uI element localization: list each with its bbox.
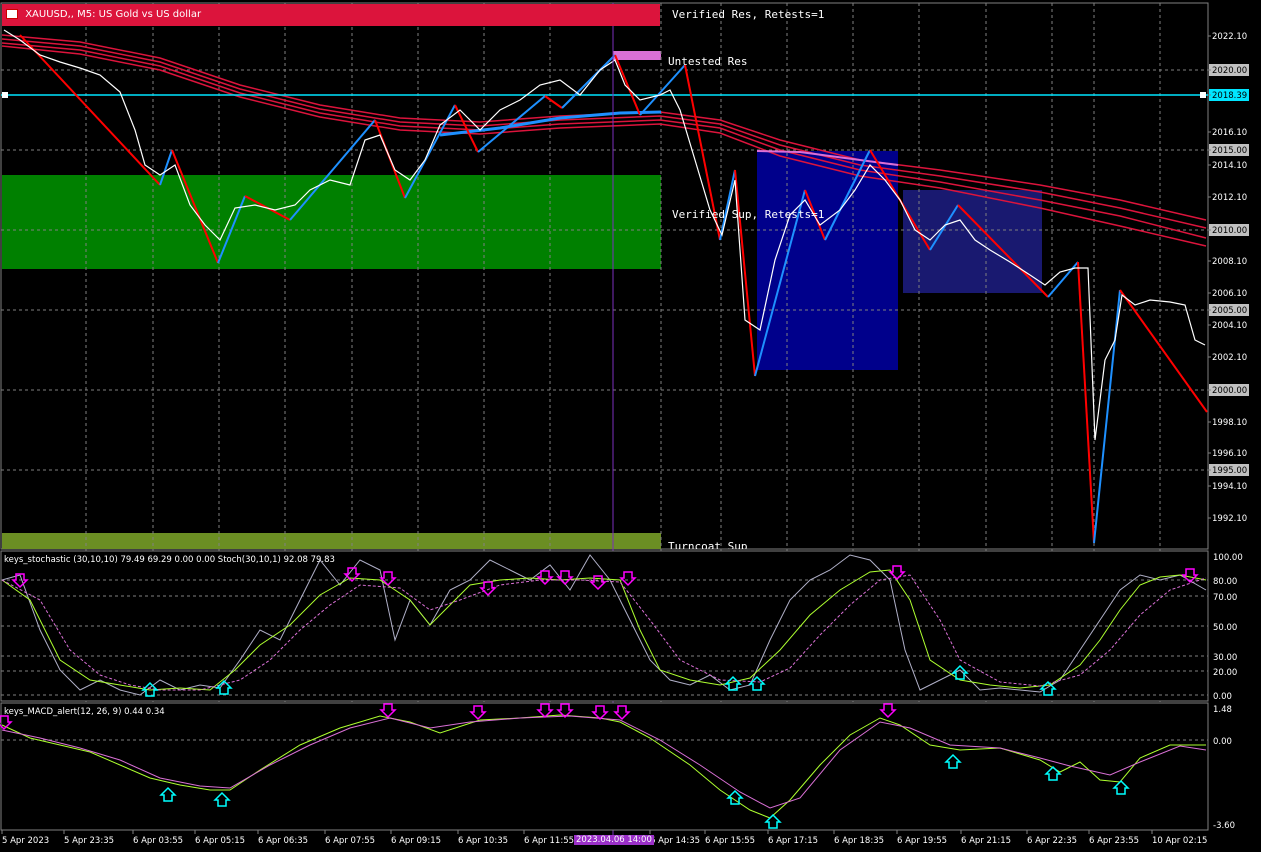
untested-resistance-label: Untested Res — [668, 55, 748, 68]
price-tick-label: 2018.39 — [1212, 91, 1247, 101]
price-tick-label: 1998.10 — [1212, 418, 1247, 428]
chart-window-icon[interactable] — [6, 9, 18, 19]
verified-support-zone — [2, 175, 661, 269]
untested-resistance-zone — [613, 51, 661, 60]
verified-support-label: Verified Sup, Retests=1 — [672, 208, 825, 221]
price-tick-label: 2000.00 — [1212, 386, 1247, 396]
time-tick-label: 6 Apr 10:35 — [458, 836, 508, 846]
time-tick-label: 6 Apr 22:35 — [1027, 836, 1077, 846]
macd-level-label: 0.00 — [1213, 737, 1232, 747]
stoch-level-label: 30.00 — [1213, 653, 1237, 663]
price-tick-label: 2016.10 — [1212, 128, 1247, 138]
time-tick-label: 6 Apr 11:55 — [524, 836, 574, 846]
price-tick-label: 1995.00 — [1212, 466, 1247, 476]
price-tick-label: 2014.10 — [1212, 161, 1247, 171]
stoch-level-label: 0.00 — [1213, 692, 1232, 702]
time-tick-label: 6 Apr 05:15 — [195, 836, 245, 846]
time-tick-label: 6 Apr 07:55 — [325, 836, 375, 846]
macd-panel-title: keys_MACD_alert(12, 26, 9) 0.44 0.34 — [4, 707, 165, 717]
time-tick-label: 6 Apr 03:55 — [133, 836, 183, 846]
stoch-panel-title: keys_stochastic (30,10,10) 79.49 69.29 0… — [4, 555, 335, 565]
price-tick-label: 1996.10 — [1212, 449, 1247, 459]
time-tick-label: 6 Apr 06:35 — [258, 836, 308, 846]
price-tick-label: 2004.10 — [1212, 321, 1247, 331]
blue-range-box-1 — [757, 151, 898, 370]
verified-resistance-label: Verified Res, Retests=1 — [672, 8, 825, 21]
symbol-header: XAUUSD,, M5: US Gold vs US dollar — [2, 4, 660, 26]
stoch-level-label: 50.00 — [1213, 623, 1237, 633]
turncoat-support-zone — [2, 533, 661, 549]
chart-canvas[interactable]: 2022.10 2020.00 2018.39 2016.10 2015.00 2014.… — [0, 0, 1261, 852]
time-tick-label: 10 Apr 02:15 — [1152, 836, 1207, 846]
time-tick-label: 6 Apr 23:55 — [1089, 836, 1139, 846]
price-line-handle-left[interactable] — [2, 92, 8, 98]
stoch-level-label: 70.00 — [1213, 593, 1237, 603]
price-tick-label: 2002.10 — [1212, 353, 1247, 363]
price-tick-label: 2005.00 — [1212, 306, 1247, 316]
stochastic-panel: 100.00 80.00 70.00 50.00 30.00 20.00 0.00 — [0, 550, 1243, 702]
time-tick-label: 6 Apr 21:15 — [961, 836, 1011, 846]
time-tick-label: 6 Apr 15:55 — [705, 836, 755, 846]
time-tick-label: 6 Apr 18:35 — [834, 836, 884, 846]
price-tick-label: 2012.10 — [1212, 193, 1247, 203]
price-tick-label: 2015.00 — [1212, 146, 1247, 156]
stoch-level-label: 20.00 — [1213, 668, 1237, 678]
macd-level-label: -3.60 — [1213, 821, 1235, 831]
price-axis: 2022.10 2020.00 2018.39 2016.10 2015.00 2014.… — [1208, 32, 1249, 524]
macd-level-label: 1.48 — [1213, 705, 1232, 715]
time-tick-label: 6 Apr 09:15 — [391, 836, 441, 846]
time-tick-label: 6 Apr 19:55 — [897, 836, 947, 846]
price-tick-label: 2022.10 — [1212, 32, 1247, 42]
price-tick-label: 2008.10 — [1212, 257, 1247, 267]
stoch-level-label: 100.00 — [1213, 553, 1243, 563]
stoch-level-label: 80.00 — [1213, 577, 1237, 587]
time-tick-label: 5 Apr 2023 — [2, 836, 49, 846]
price-tick-label: 1992.10 — [1212, 514, 1247, 524]
crosshair-time-label: 2023.04.06 14:00 — [574, 835, 654, 845]
price-tick-label: 2020.00 — [1212, 66, 1247, 76]
symbol-title: XAUUSD,, M5: US Gold vs US dollar — [25, 9, 202, 20]
time-tick-label: 6 Apr 14:35 — [650, 836, 700, 846]
turncoat-support-label: Turncoat Sup — [668, 540, 748, 549]
time-tick-label: 6 Apr 17:15 — [768, 836, 818, 846]
time-tick-label: 5 Apr 23:35 — [64, 836, 114, 846]
price-tick-label: 2006.10 — [1212, 289, 1247, 299]
price-tick-label: 2010.00 — [1212, 226, 1247, 236]
price-tick-label: 1994.10 — [1212, 482, 1247, 492]
price-line-handle-right[interactable] — [1200, 92, 1206, 98]
macd-panel: 1.48 0.00 -3.60 — [0, 702, 1235, 831]
